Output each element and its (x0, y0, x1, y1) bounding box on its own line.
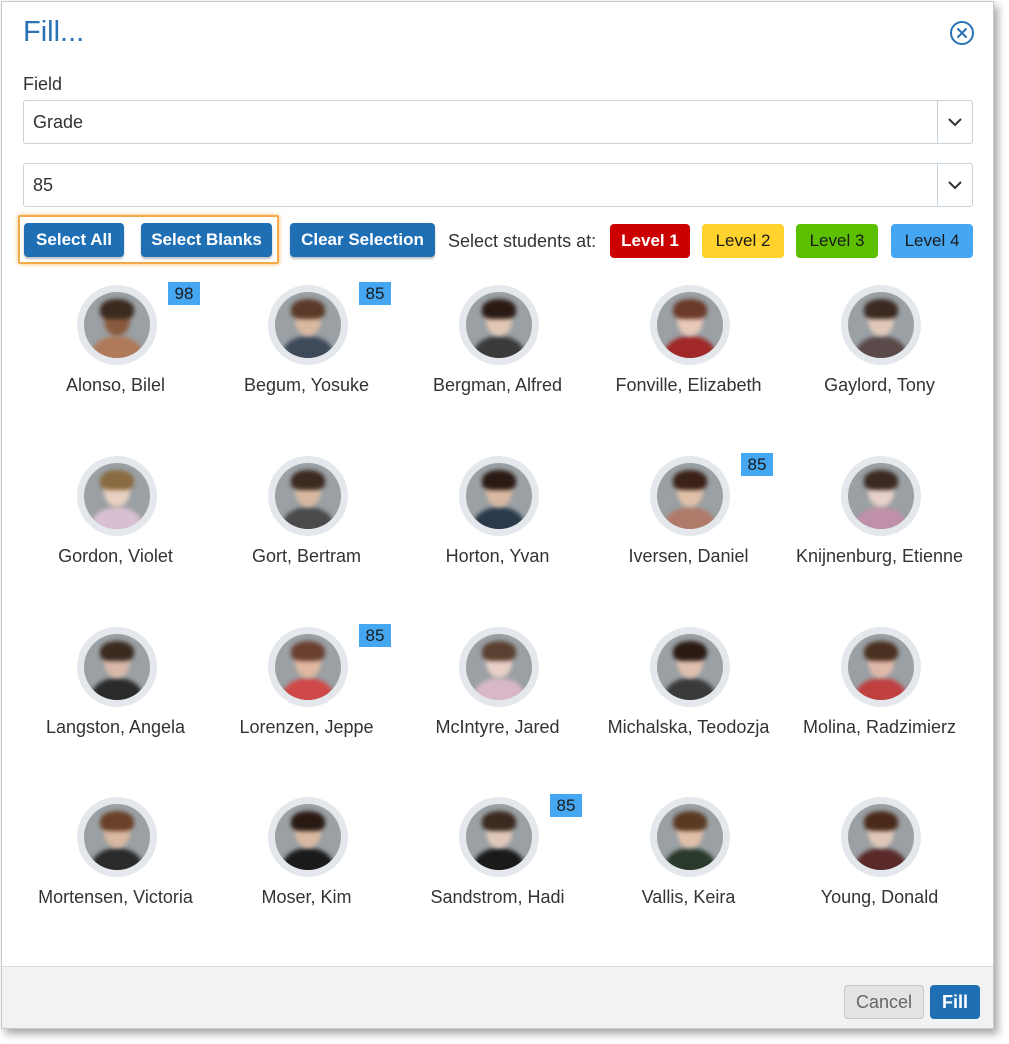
grade-badge: 85 (359, 282, 391, 305)
level-1-button[interactable]: Level 1 (610, 224, 690, 258)
student-name: Moser, Kim (261, 887, 352, 907)
student-photo (466, 634, 532, 700)
select-blanks-button[interactable]: Select Blanks (141, 223, 272, 257)
student-photo (84, 463, 150, 529)
student-photo (657, 804, 723, 870)
student-name: Fonville, Elizabeth (615, 375, 762, 395)
student-photo (657, 634, 723, 700)
student-name: Young, Donald (820, 887, 939, 907)
value-select-toggle[interactable] (937, 164, 972, 206)
student-name: Langston, Angela (45, 717, 186, 737)
student-photo (848, 463, 914, 529)
student-avatar[interactable] (268, 456, 348, 536)
field-select-toggle[interactable] (937, 101, 972, 143)
student-avatar[interactable] (459, 627, 539, 707)
student-photo (275, 634, 341, 700)
field-label: Field (23, 74, 63, 94)
student-avatar[interactable] (77, 797, 157, 877)
student-name: Gaylord, Tony (824, 375, 935, 395)
student-name: Iversen, Daniel (628, 546, 749, 566)
student-avatar[interactable] (459, 285, 539, 365)
student-name: Lorenzen, Jeppe (239, 717, 374, 737)
student-avatar[interactable] (841, 627, 921, 707)
student-name: Sandstrom, Hadi (430, 887, 565, 907)
student-photo (848, 292, 914, 358)
student-photo (657, 292, 723, 358)
student-photo (466, 463, 532, 529)
student-avatar[interactable] (268, 627, 348, 707)
student-avatar[interactable] (77, 456, 157, 536)
student-avatar[interactable] (650, 627, 730, 707)
dialog-title: Fill... (23, 16, 85, 48)
field-select[interactable]: Grade (23, 100, 973, 144)
select-students-at-label: Select students at: (448, 231, 597, 251)
level-4-button[interactable]: Level 4 (891, 224, 973, 258)
grade-badge: 98 (168, 282, 200, 305)
student-avatar[interactable] (650, 285, 730, 365)
student-photo (84, 804, 150, 870)
student-photo (466, 804, 532, 870)
value-select[interactable]: 85 (23, 163, 973, 207)
student-photo (848, 804, 914, 870)
level-3-button[interactable]: Level 3 (796, 224, 878, 258)
student-photo (84, 634, 150, 700)
student-avatar[interactable] (841, 285, 921, 365)
student-name: McIntyre, Jared (435, 717, 560, 737)
select-all-button[interactable]: Select All (24, 223, 124, 257)
grade-badge: 85 (359, 624, 391, 647)
value-select-value: 85 (33, 175, 54, 195)
student-photo (275, 804, 341, 870)
student-name: Bergman, Alfred (432, 375, 563, 395)
student-avatar[interactable] (268, 797, 348, 877)
cancel-button[interactable]: Cancel (844, 985, 924, 1019)
student-name: Alonso, Bilel (65, 375, 166, 395)
dialog-footer: Cancel Fill (2, 966, 993, 1028)
grade-badge: 85 (550, 794, 582, 817)
student-name: Mortensen, Victoria (38, 887, 193, 907)
student-photo (84, 292, 150, 358)
student-name: Michalska, Teodozja (607, 717, 770, 737)
student-avatar[interactable] (268, 285, 348, 365)
student-name: Vallis, Keira (641, 887, 736, 907)
field-select-value: Grade (33, 112, 84, 132)
student-photo (657, 463, 723, 529)
student-avatar[interactable] (77, 627, 157, 707)
student-photo (275, 463, 341, 529)
fill-dialog: Fill... Field Grade 85 Select All Select… (1, 1, 994, 1029)
close-icon (957, 28, 967, 38)
student-avatar[interactable] (650, 456, 730, 536)
student-photo (466, 292, 532, 358)
student-avatar[interactable] (77, 285, 157, 365)
student-name: Gordon, Violet (58, 546, 173, 566)
student-name: Knijnenburg, Etienne (795, 546, 964, 566)
student-name: Gort, Bertram (251, 546, 362, 566)
chevron-down-icon (948, 180, 962, 189)
student-photo (848, 634, 914, 700)
student-name: Begum, Yosuke (243, 375, 370, 395)
student-avatar[interactable] (650, 797, 730, 877)
grade-badge: 85 (741, 453, 773, 476)
student-name: Horton, Yvan (445, 546, 550, 566)
fill-button[interactable]: Fill (930, 985, 980, 1019)
close-button[interactable] (950, 21, 974, 45)
student-name: Molina, Radzimierz (802, 717, 957, 737)
student-avatar[interactable] (841, 456, 921, 536)
clear-selection-button[interactable]: Clear Selection (290, 223, 435, 257)
student-photo (275, 292, 341, 358)
student-avatar[interactable] (841, 797, 921, 877)
student-avatar[interactable] (459, 456, 539, 536)
level-2-button[interactable]: Level 2 (702, 224, 784, 258)
chevron-down-icon (948, 117, 962, 126)
student-avatar[interactable] (459, 797, 539, 877)
